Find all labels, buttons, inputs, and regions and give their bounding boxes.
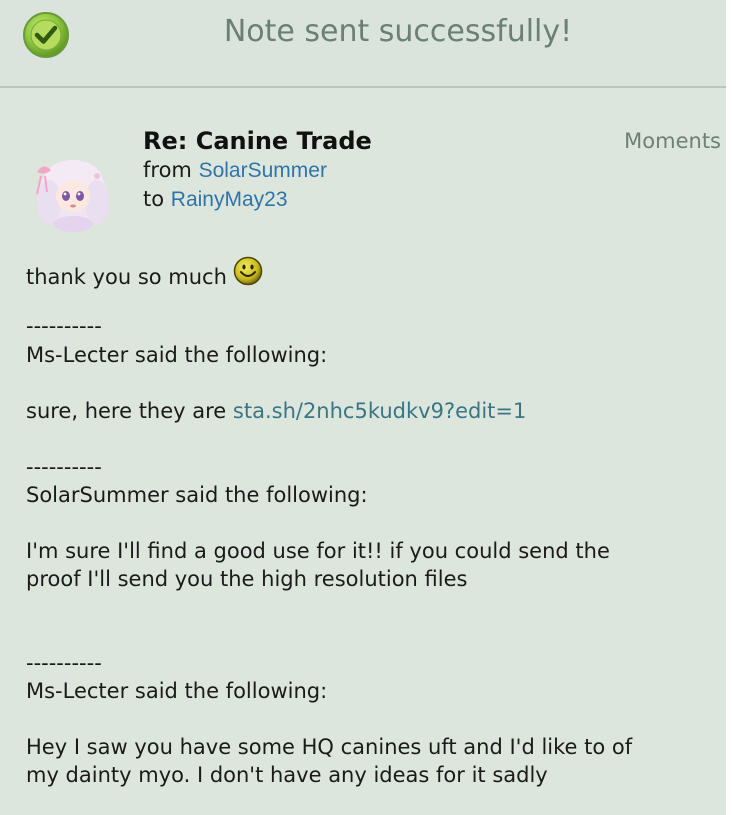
quote-text: sure, here they are [26, 399, 227, 423]
success-message: Note sent successfully! [223, 14, 573, 49]
note-panel: Note sent successfully! Re: Canine Trade… [0, 0, 726, 815]
quote-header: SolarSummer said the following: [26, 483, 368, 507]
separator: ---------- [26, 651, 102, 675]
from-label: from [143, 158, 192, 182]
stash-link[interactable]: sta.sh/2nhc5kudkv9?edit=1 [233, 399, 526, 423]
note-from: from SolarSummer [143, 158, 327, 183]
quote-text-line: sure, here they are sta.sh/2nhc5kudkv9?e… [26, 397, 526, 425]
sender-link[interactable]: SolarSummer [199, 159, 327, 182]
quote-header: Ms-Lecter said the following: [26, 679, 328, 703]
note-timestamp: Moments [624, 129, 721, 153]
to-label: to [143, 187, 165, 211]
avatar[interactable] [27, 152, 119, 232]
message-greeting: thank you so much [26, 265, 227, 289]
quote-text: proof I'll send you the high resolution … [26, 567, 468, 591]
success-banner: Note sent successfully! [0, 0, 726, 88]
quote-header: Ms-Lecter said the following: [26, 343, 328, 367]
note-subject: Re: Canine Trade [143, 127, 372, 155]
message-greeting-line: thank you so much [26, 256, 263, 291]
separator: ---------- [26, 314, 102, 338]
smiley-emoji-icon [233, 256, 263, 286]
separator: ---------- [26, 455, 102, 479]
quote-text: I'm sure I'll find a good use for it!! i… [26, 539, 610, 563]
quote-text: Hey I saw you have some HQ canines uft a… [26, 735, 633, 759]
note-to: to RainyMay23 [143, 187, 288, 212]
quote-text: my dainty myo. I don't have any ideas fo… [26, 763, 548, 787]
recipient-link[interactable]: RainyMay23 [171, 188, 288, 211]
